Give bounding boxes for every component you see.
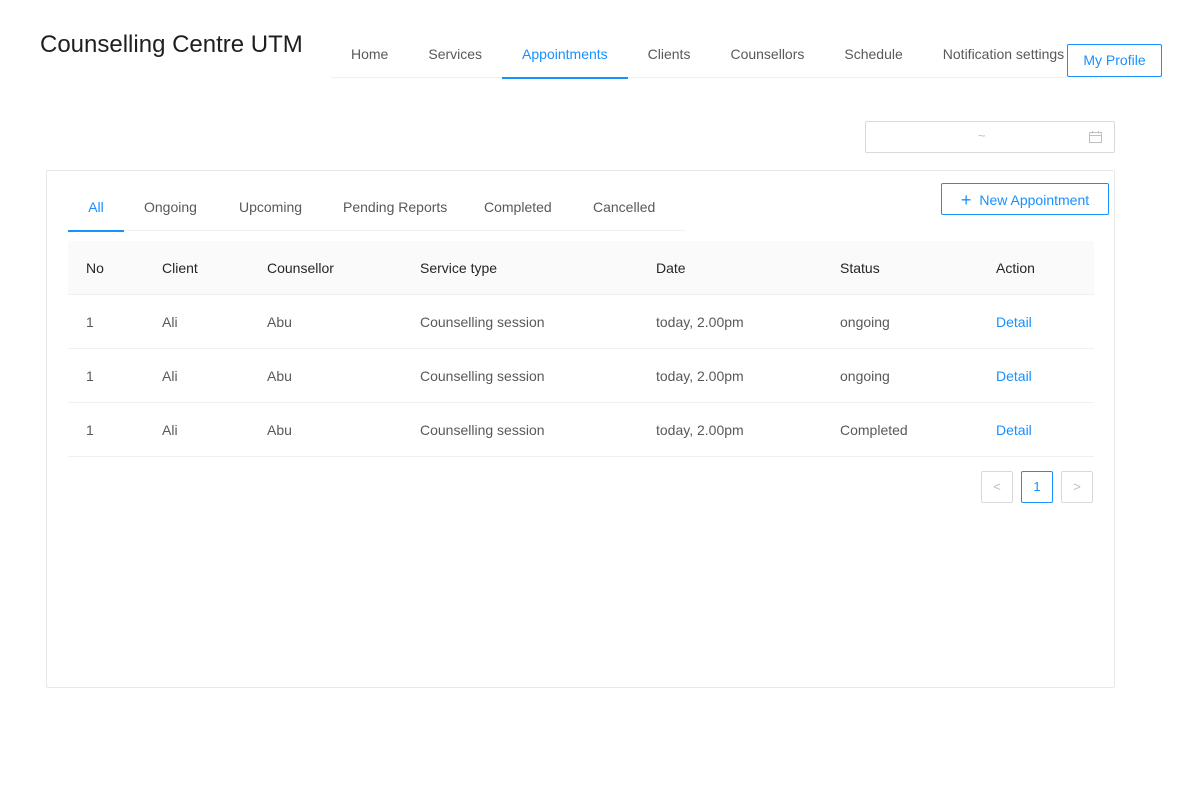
cell-date: today, 2.00pm bbox=[656, 422, 744, 438]
cell-client: Ali bbox=[162, 368, 178, 384]
table-header: No Client Counsellor Service type Date S… bbox=[68, 241, 1094, 295]
tab-ongoing[interactable]: Ongoing bbox=[144, 187, 197, 231]
next-page-button[interactable]: > bbox=[1061, 471, 1093, 503]
my-profile-button[interactable]: My Profile bbox=[1067, 44, 1162, 77]
calendar-icon bbox=[1089, 131, 1102, 143]
detail-link[interactable]: Detail bbox=[996, 403, 1032, 457]
detail-link[interactable]: Detail bbox=[996, 349, 1032, 403]
col-date: Date bbox=[656, 260, 686, 276]
cell-status: ongoing bbox=[840, 314, 890, 330]
tab-cancelled[interactable]: Cancelled bbox=[593, 187, 655, 231]
cell-service-type: Counselling session bbox=[420, 314, 545, 330]
plus-icon: + bbox=[960, 190, 972, 210]
cell-service-type: Counselling session bbox=[420, 422, 545, 438]
table-row: 1 Ali Abu Counselling session today, 2.0… bbox=[68, 295, 1094, 349]
status-tabs: All Ongoing Upcoming Pending Reports Com… bbox=[68, 187, 685, 232]
app-title: Counselling Centre UTM bbox=[40, 31, 303, 58]
cell-counsellor: Abu bbox=[267, 314, 292, 330]
appointments-card: All Ongoing Upcoming Pending Reports Com… bbox=[46, 170, 1115, 688]
pagination: < 1 > bbox=[981, 471, 1093, 503]
nav-notification-settings[interactable]: Notification settings bbox=[923, 32, 1084, 78]
cell-date: today, 2.00pm bbox=[656, 368, 744, 384]
cell-status: Completed bbox=[840, 422, 908, 438]
new-appointment-button[interactable]: + New Appointment bbox=[941, 183, 1109, 215]
tab-pending-reports[interactable]: Pending Reports bbox=[343, 187, 447, 231]
tab-completed[interactable]: Completed bbox=[484, 187, 552, 231]
nav-schedule[interactable]: Schedule bbox=[824, 32, 922, 78]
cell-client: Ali bbox=[162, 422, 178, 438]
cell-counsellor: Abu bbox=[267, 368, 292, 384]
col-status: Status bbox=[840, 260, 880, 276]
col-no: No bbox=[86, 260, 104, 276]
cell-counsellor: Abu bbox=[267, 422, 292, 438]
tab-all[interactable]: All bbox=[68, 187, 124, 232]
col-counsellor: Counsellor bbox=[267, 260, 334, 276]
appointments-table: No Client Counsellor Service type Date S… bbox=[68, 241, 1094, 457]
tab-upcoming[interactable]: Upcoming bbox=[239, 187, 302, 231]
detail-link[interactable]: Detail bbox=[996, 295, 1032, 349]
main-nav: Home Services Appointments Clients Couns… bbox=[331, 32, 1067, 79]
prev-page-button[interactable]: < bbox=[981, 471, 1013, 503]
cell-no: 1 bbox=[86, 422, 94, 438]
cell-date: today, 2.00pm bbox=[656, 314, 744, 330]
table-row: 1 Ali Abu Counselling session today, 2.0… bbox=[68, 349, 1094, 403]
nav-clients[interactable]: Clients bbox=[628, 32, 711, 78]
cell-status: ongoing bbox=[840, 368, 890, 384]
cell-service-type: Counselling session bbox=[420, 368, 545, 384]
col-service-type: Service type bbox=[420, 260, 498, 276]
nav-home[interactable]: Home bbox=[331, 32, 408, 78]
col-client: Client bbox=[162, 260, 198, 276]
col-action: Action bbox=[996, 260, 1035, 276]
cell-client: Ali bbox=[162, 314, 178, 330]
date-range-separator: ~ bbox=[978, 128, 986, 143]
page-1-button[interactable]: 1 bbox=[1021, 471, 1053, 503]
nav-appointments[interactable]: Appointments bbox=[502, 32, 628, 79]
nav-counsellors[interactable]: Counsellors bbox=[710, 32, 824, 78]
date-range-picker[interactable]: ~ bbox=[865, 121, 1115, 153]
nav-services[interactable]: Services bbox=[408, 32, 502, 78]
table-row: 1 Ali Abu Counselling session today, 2.0… bbox=[68, 403, 1094, 457]
cell-no: 1 bbox=[86, 314, 94, 330]
new-appointment-label: New Appointment bbox=[979, 192, 1090, 208]
cell-no: 1 bbox=[86, 368, 94, 384]
